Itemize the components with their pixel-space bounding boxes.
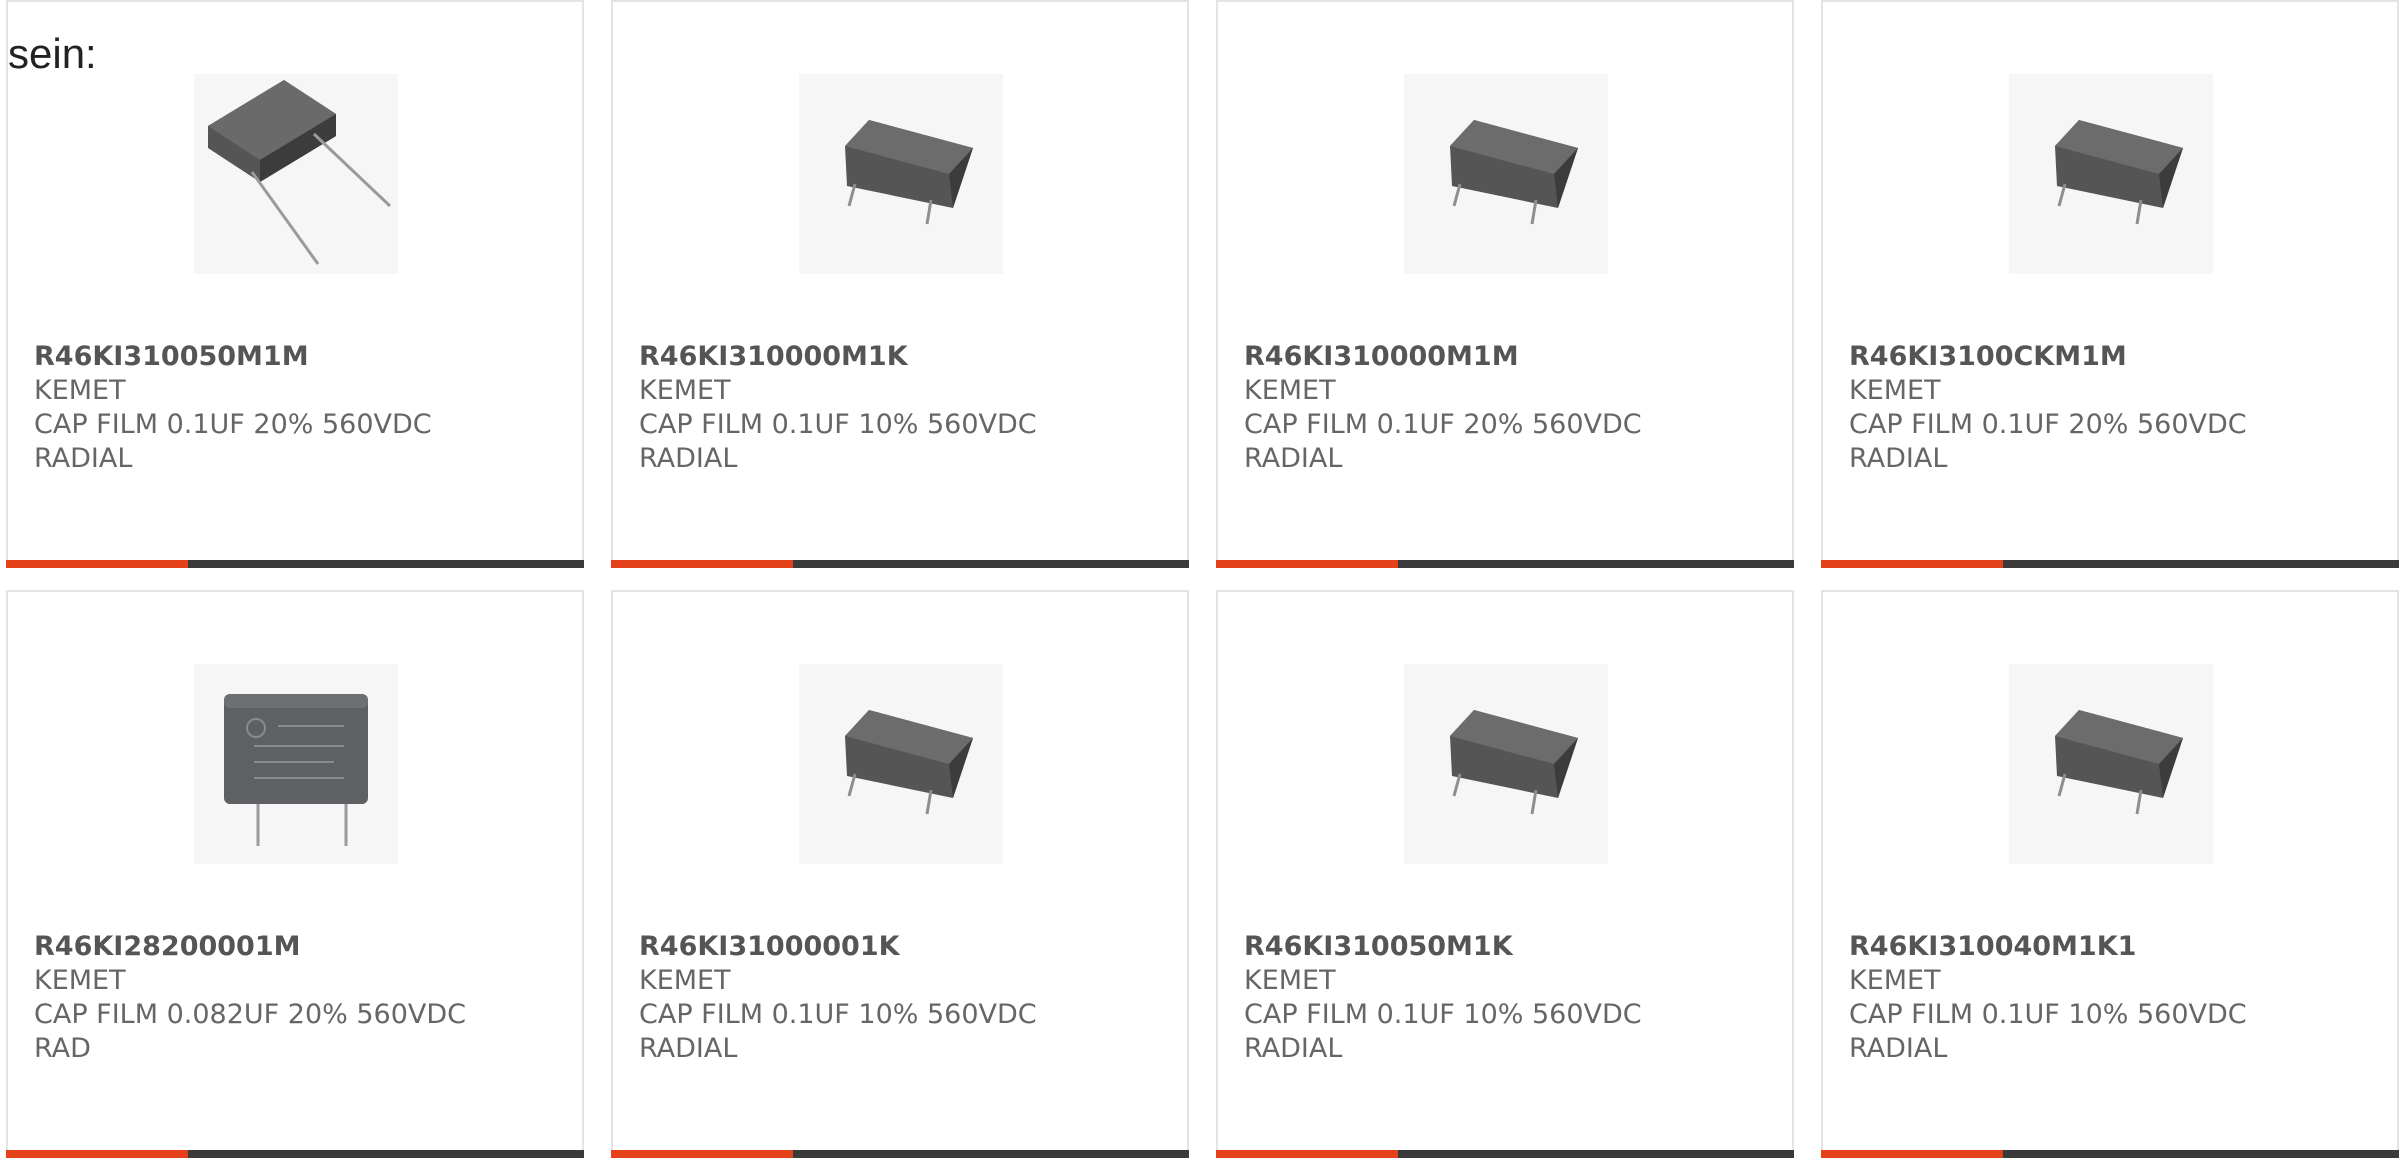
- accent-bar: [1216, 560, 1398, 568]
- package: RADIAL: [1849, 1033, 1948, 1064]
- part-number[interactable]: R46KI310040M1K1: [1849, 930, 2377, 964]
- card-bottom-bar: [6, 560, 584, 568]
- accent-bar: [1821, 1150, 2003, 1158]
- package: RADIAL: [639, 1033, 738, 1064]
- capacitor-short-leads-icon: [2009, 74, 2213, 274]
- description: CAP FILM 0.1UF 10% 560VDC: [1849, 999, 2247, 1030]
- card-bottom-bar: [1216, 560, 1794, 568]
- card-bottom-bar: [6, 1150, 584, 1158]
- accent-bar: [1821, 560, 2003, 568]
- capacitor-short-leads-icon: [799, 664, 1003, 864]
- description: CAP FILM 0.1UF 10% 560VDC: [639, 999, 1037, 1030]
- package: RADIAL: [1244, 443, 1343, 474]
- part-number[interactable]: R46KI31000001K: [639, 930, 1167, 964]
- package: RAD: [34, 1033, 91, 1064]
- accent-bar: [611, 1150, 793, 1158]
- product-card[interactable]: R46KI28200001M KEMET CAP FILM 0.082UF 20…: [6, 590, 584, 1158]
- capacitor-long-leads-icon: [194, 74, 398, 274]
- capacitor-front-icon: [194, 664, 398, 864]
- part-number[interactable]: R46KI310050M1M: [34, 340, 562, 374]
- capacitor-short-leads-icon: [1404, 664, 1608, 864]
- manufacturer: KEMET: [1244, 375, 1336, 406]
- product-card[interactable]: R46KI310050M1K KEMET CAP FILM 0.1UF 10% …: [1216, 590, 1794, 1158]
- product-card[interactable]: R46KI310050M1M KEMET CAP FILM 0.1UF 20% …: [6, 0, 584, 568]
- manufacturer: KEMET: [1849, 965, 1941, 996]
- description: CAP FILM 0.1UF 20% 560VDC: [1849, 409, 2247, 440]
- package: RADIAL: [1849, 443, 1948, 474]
- card-bottom-bar: [1821, 560, 2399, 568]
- card-bottom-bar: [1216, 1150, 1794, 1158]
- manufacturer: KEMET: [1244, 965, 1336, 996]
- product-card[interactable]: R46KI310000M1K KEMET CAP FILM 0.1UF 10% …: [611, 0, 1189, 568]
- description: CAP FILM 0.1UF 20% 560VDC: [34, 409, 432, 440]
- part-number[interactable]: R46KI310000M1K: [639, 340, 1167, 374]
- card-bottom-bar: [611, 560, 1189, 568]
- part-number[interactable]: R46KI310050M1K: [1244, 930, 1772, 964]
- part-number[interactable]: R46KI3100CKM1M: [1849, 340, 2377, 374]
- product-card[interactable]: R46KI3100CKM1M KEMET CAP FILM 0.1UF 20% …: [1821, 0, 2399, 568]
- product-card[interactable]: R46KI310040M1K1 KEMET CAP FILM 0.1UF 10%…: [1821, 590, 2399, 1158]
- accent-bar: [611, 560, 793, 568]
- card-bottom-bar: [611, 1150, 1189, 1158]
- intro-text: sein:: [8, 30, 97, 77]
- capacitor-short-leads-icon: [2009, 664, 2213, 864]
- product-card[interactable]: R46KI310000M1M KEMET CAP FILM 0.1UF 20% …: [1216, 0, 1794, 568]
- manufacturer: KEMET: [34, 375, 126, 406]
- accent-bar: [6, 560, 188, 568]
- part-number[interactable]: R46KI28200001M: [34, 930, 562, 964]
- part-number[interactable]: R46KI310000M1M: [1244, 340, 1772, 374]
- manufacturer: KEMET: [639, 965, 731, 996]
- accent-bar: [6, 1150, 188, 1158]
- description: CAP FILM 0.1UF 20% 560VDC: [1244, 409, 1642, 440]
- manufacturer: KEMET: [639, 375, 731, 406]
- product-card[interactable]: R46KI31000001K KEMET CAP FILM 0.1UF 10% …: [611, 590, 1189, 1158]
- description: CAP FILM 0.082UF 20% 560VDC: [34, 999, 467, 1030]
- capacitor-short-leads-icon: [799, 74, 1003, 274]
- package: RADIAL: [639, 443, 738, 474]
- package: RADIAL: [1244, 1033, 1343, 1064]
- description: CAP FILM 0.1UF 10% 560VDC: [1244, 999, 1642, 1030]
- card-bottom-bar: [1821, 1150, 2399, 1158]
- manufacturer: KEMET: [34, 965, 126, 996]
- package: RADIAL: [34, 443, 133, 474]
- manufacturer: KEMET: [1849, 375, 1941, 406]
- capacitor-short-leads-icon: [1404, 74, 1608, 274]
- accent-bar: [1216, 1150, 1398, 1158]
- description: CAP FILM 0.1UF 10% 560VDC: [639, 409, 1037, 440]
